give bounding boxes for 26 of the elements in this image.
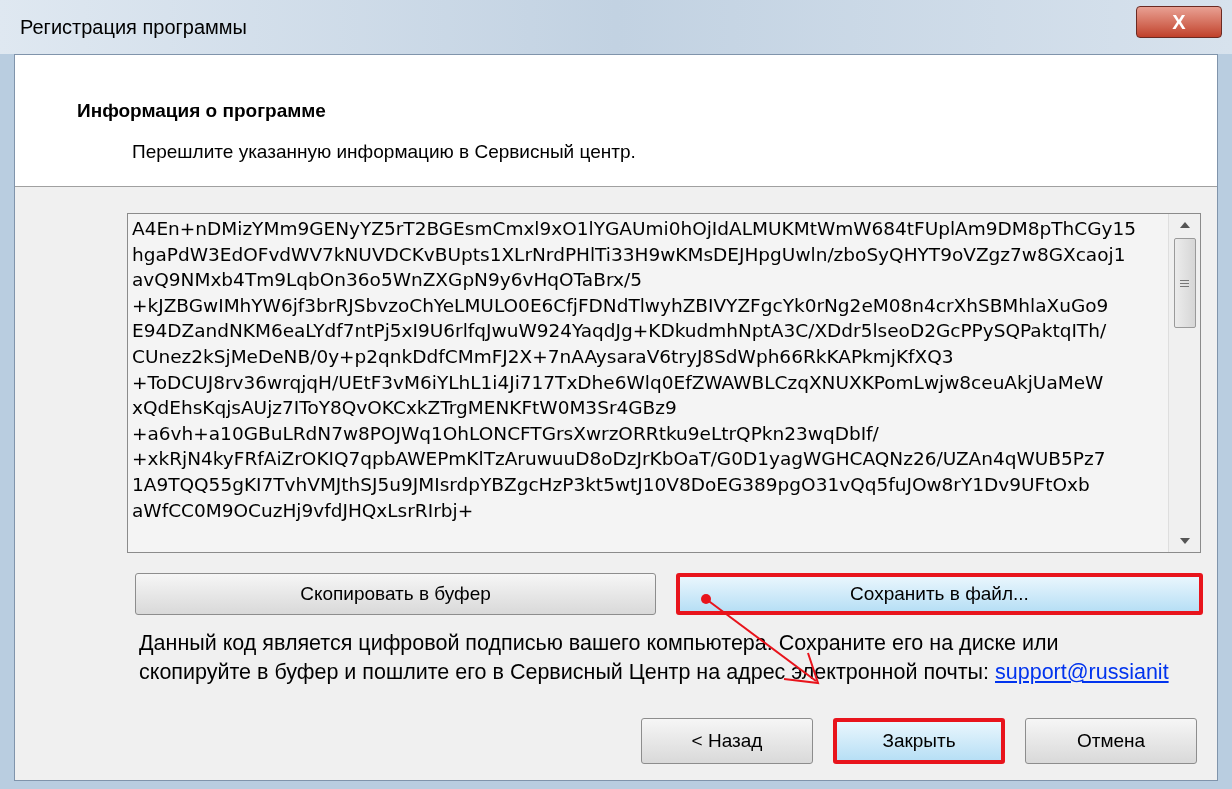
dialog-button[interactable]: Сохранить в файл... xyxy=(676,573,1203,615)
dialog-button[interactable]: Отмена xyxy=(1025,718,1197,764)
code-line: +xkRjN4kyFRfAiZrOKIQ7qpbAWEPmKlTzAruwuuD8oDzJrKbOaT/G0D1yagWGHCAQNz26/UZAn4qWUB5Pz7 xyxy=(132,447,1107,472)
window-title: Регистрация программы xyxy=(20,15,247,40)
code-line: +kJZBGwIMhYW6jf3brRJSbvzoChYeLMULO0E6CfjFDNdTlwyhZBIVYZFgcYk0rNg2eM08n4crXhSBMhlaXuGo9 xyxy=(132,293,1110,318)
code-line: CUnez2kSjMeDeNB/0y+p2qnkDdfCMmFJ2X+7nAAysaraV6tryJ8SdWph66RkKAPkmjKfXQ3 xyxy=(132,344,955,369)
dialog-button[interactable]: Скопировать в буфер xyxy=(135,573,656,615)
scroll-up-icon[interactable] xyxy=(1179,222,1190,228)
email-link[interactable]: support@russianit xyxy=(995,658,1169,687)
header-title: Информация о программе xyxy=(77,99,327,123)
dialog-button[interactable]: Закрыть xyxy=(833,718,1005,764)
scroll-down-icon[interactable] xyxy=(1179,538,1190,544)
header-subtitle: Перешлите указанную информацию в Сервисный центр. xyxy=(131,139,637,164)
code-line: 1A9TQQ55gKI7TvhVMJthSJ5u9JMIsrdpYBZgcHzP3kt5wtJ10V8DoEG389pgO31vQq5fuJOw8rY1Dv9UFtOxb xyxy=(132,472,1091,497)
dialog-button[interactable]: < Назад xyxy=(641,718,813,764)
code-line: A4En+nDMizYMm9GENyYZ5rT2BGEsmCmxl9xO1lYGAUmi0hOjIdALMUKMtWmW684tFUplAm9DM8pThCGy15 xyxy=(132,217,1138,241)
code-line: avQ9NMxb4Tm9LqbOn36o5WnZXGpN9y6vHqOTaBrx/5 xyxy=(132,268,643,293)
scrollbar[interactable] xyxy=(1168,214,1200,552)
scroll-thumb[interactable] xyxy=(1173,238,1196,328)
code-line: +ToDCUJ8rv36wrqjqH/UEtF3vM6iYLhL1i4Ji717TxDhe6Wlq0EfZWAWBLCzqXNUXKPomLwjw8ceuAkjUaMeW xyxy=(132,370,1105,395)
code-line: E94DZandNKM6eaLYdf7ntPj5xI9U6rlfqJwuW924YaqdJg+KDkudmhNptA3C/XDdr5lseoD2GcPPySQPaktqITh/ xyxy=(132,319,1108,344)
code-line: aWfCC0M9OCuzHj9vfdJHQxLsrRIrbj+ xyxy=(132,498,475,523)
code-line: hgaPdW3EdOFvdWV7kNUVDCKvBUpts1XLrNrdPHlTi33H9wKMsDEJHpgUwln/zboSyQHYT9oVZgz7w8GXcaoj1 xyxy=(132,242,1127,267)
code-line: +a6vh+a10GBuLRdN7w8POJWq1OhLONCFTGrsXwrzORRtku9eLtrQPkn23wqDbIf/ xyxy=(132,421,880,446)
code-text-area[interactable] xyxy=(127,213,1201,553)
code-line: xQdEhsKqjsAUjz7IToY8QvOKCxkZTrgMENKFtW0M3Sr4GBz9 xyxy=(132,396,678,421)
